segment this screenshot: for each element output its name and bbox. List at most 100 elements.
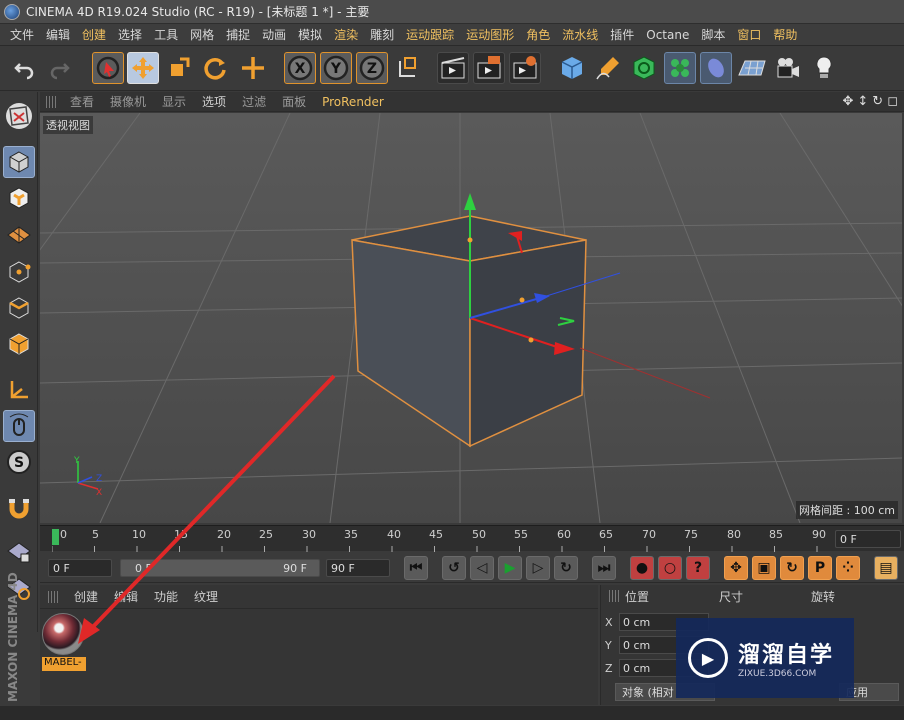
points-mode-icon[interactable]	[3, 256, 35, 288]
material-menu-function[interactable]: 功能	[146, 588, 186, 605]
y-axis-icon[interactable]: Y	[320, 52, 352, 84]
play-icon[interactable]: ▶	[498, 556, 522, 580]
viewport-menu-cameras[interactable]: 摄像机	[102, 93, 154, 110]
tweak-mode-icon[interactable]	[3, 410, 35, 442]
move-icon[interactable]	[127, 52, 159, 84]
menu-octane[interactable]: Octane	[640, 28, 695, 42]
coordinate-system-icon[interactable]	[392, 52, 424, 84]
edges-mode-icon[interactable]	[3, 292, 35, 324]
timeline-tick: 80	[727, 528, 741, 541]
camera-icon[interactable]	[772, 52, 804, 84]
maximize-view-icon[interactable]: ◻	[887, 94, 898, 109]
go-to-end-icon[interactable]: ⏭	[592, 556, 616, 580]
pen-icon[interactable]	[592, 52, 624, 84]
menu-pipeline[interactable]: 流水线	[556, 26, 604, 43]
rotate-icon[interactable]	[199, 52, 231, 84]
key-scale-icon[interactable]: ▣	[752, 556, 776, 580]
keyframe-selection-icon[interactable]: ?	[686, 556, 710, 580]
x-axis-icon[interactable]: X	[284, 52, 316, 84]
menu-help[interactable]: 帮助	[767, 26, 803, 43]
menu-character[interactable]: 角色	[520, 26, 556, 43]
preview-range-slider[interactable]: 0 F 90 F	[120, 559, 320, 577]
last-tool-icon[interactable]	[237, 52, 269, 84]
menu-select[interactable]: 选择	[112, 26, 148, 43]
menu-render[interactable]: 渲染	[328, 26, 364, 43]
menu-motion-tracker[interactable]: 运动跟踪	[400, 26, 460, 43]
material-menu-texture[interactable]: 纹理	[186, 588, 226, 605]
panel-grip-icon[interactable]	[48, 590, 58, 603]
floor-icon[interactable]	[736, 52, 768, 84]
key-parameter-icon[interactable]: P	[808, 556, 832, 580]
next-key-icon[interactable]: ↻	[554, 556, 578, 580]
workplane-lock-icon[interactable]	[3, 536, 35, 568]
viewport-menu-prorender[interactable]: ProRender	[314, 95, 392, 109]
panel-grip-icon[interactable]	[46, 95, 56, 108]
polygons-mode-icon[interactable]	[3, 328, 35, 360]
menu-mograph[interactable]: 运动图形	[460, 26, 520, 43]
menu-script[interactable]: 脚本	[695, 26, 731, 43]
viewport-menu-options[interactable]: 选项	[194, 93, 234, 110]
current-frame-field[interactable]: 0 F	[835, 530, 901, 548]
menu-edit[interactable]: 编辑	[40, 26, 76, 43]
timeline-ruler[interactable]: 0 5 10 15 20 25 30 35 40 45 50 55 60 65 …	[40, 525, 904, 552]
material-menu-edit[interactable]: 编辑	[106, 588, 146, 605]
menu-window[interactable]: 窗口	[731, 26, 767, 43]
render-picture-viewer-icon[interactable]	[473, 52, 505, 84]
redo-icon[interactable]	[44, 52, 76, 84]
render-view-icon[interactable]	[437, 52, 469, 84]
viewport-menu-panel[interactable]: 面板	[274, 93, 314, 110]
end-frame-field[interactable]: 90 F	[326, 559, 390, 577]
undo-icon[interactable]	[8, 52, 40, 84]
material-menu-create[interactable]: 创建	[66, 588, 106, 605]
menu-snap[interactable]: 捕捉	[220, 26, 256, 43]
timeline-window-icon[interactable]: ▤	[874, 556, 898, 580]
previous-frame-icon[interactable]: ◁	[470, 556, 494, 580]
orbit-icon[interactable]: ↻	[872, 94, 883, 109]
texture-mode-icon[interactable]	[3, 182, 35, 214]
key-position-icon[interactable]: ✥	[724, 556, 748, 580]
menu-animate[interactable]: 动画	[256, 26, 292, 43]
menu-file[interactable]: 文件	[4, 26, 40, 43]
previous-key-icon[interactable]: ↺	[442, 556, 466, 580]
workplane-mode-icon[interactable]	[3, 218, 35, 250]
subdivision-icon[interactable]	[628, 52, 660, 84]
panel-grip-icon[interactable]	[609, 590, 619, 602]
go-to-start-icon[interactable]: ⏮	[404, 556, 428, 580]
next-frame-icon[interactable]: ▷	[526, 556, 550, 580]
snap-magnet-icon[interactable]	[3, 492, 35, 524]
menu-plugins[interactable]: 插件	[604, 26, 640, 43]
menu-simulate[interactable]: 模拟	[292, 26, 328, 43]
model-mode-icon[interactable]	[3, 146, 35, 178]
solo-mode-icon[interactable]: S	[3, 446, 35, 478]
viewport-menu-display[interactable]: 显示	[154, 93, 194, 110]
menu-create[interactable]: 创建	[76, 26, 112, 43]
key-pla-icon[interactable]: ⁘	[836, 556, 860, 580]
key-rotation-icon[interactable]: ↻	[780, 556, 804, 580]
deformer-icon[interactable]	[700, 52, 732, 84]
light-icon[interactable]	[808, 52, 840, 84]
live-select-icon[interactable]	[92, 52, 124, 84]
timeline-tick: 70	[642, 528, 656, 541]
axis-mode-icon[interactable]	[3, 374, 35, 406]
z-axis-icon[interactable]: Z	[356, 52, 388, 84]
perspective-viewport[interactable]: Y Z X 透视视图 网格间距 : 100 cm	[40, 113, 902, 523]
viewport-menu-filter[interactable]: 过滤	[234, 93, 274, 110]
material-preview-sphere[interactable]	[42, 613, 84, 655]
material-thumbnail[interactable]: MABEL-	[42, 613, 86, 673]
material-name[interactable]: MABEL-	[42, 657, 86, 671]
menu-mesh[interactable]: 网格	[184, 26, 220, 43]
range-end-value: 90 F	[283, 561, 307, 575]
make-editable-icon[interactable]	[3, 100, 35, 132]
dolly-icon[interactable]: ↕	[857, 94, 868, 109]
record-keys-icon[interactable]: ●	[630, 556, 654, 580]
menu-tools[interactable]: 工具	[148, 26, 184, 43]
auto-keying-icon[interactable]: ○	[658, 556, 682, 580]
cube-icon[interactable]	[556, 52, 588, 84]
viewport-menu-view[interactable]: 查看	[62, 93, 102, 110]
render-settings-icon[interactable]	[509, 52, 541, 84]
pan-icon[interactable]: ✥	[842, 94, 853, 109]
start-frame-field[interactable]: 0 F	[48, 559, 112, 577]
menu-sculpt[interactable]: 雕刻	[364, 26, 400, 43]
cloner-icon[interactable]	[664, 52, 696, 84]
scale-icon[interactable]	[163, 52, 195, 84]
